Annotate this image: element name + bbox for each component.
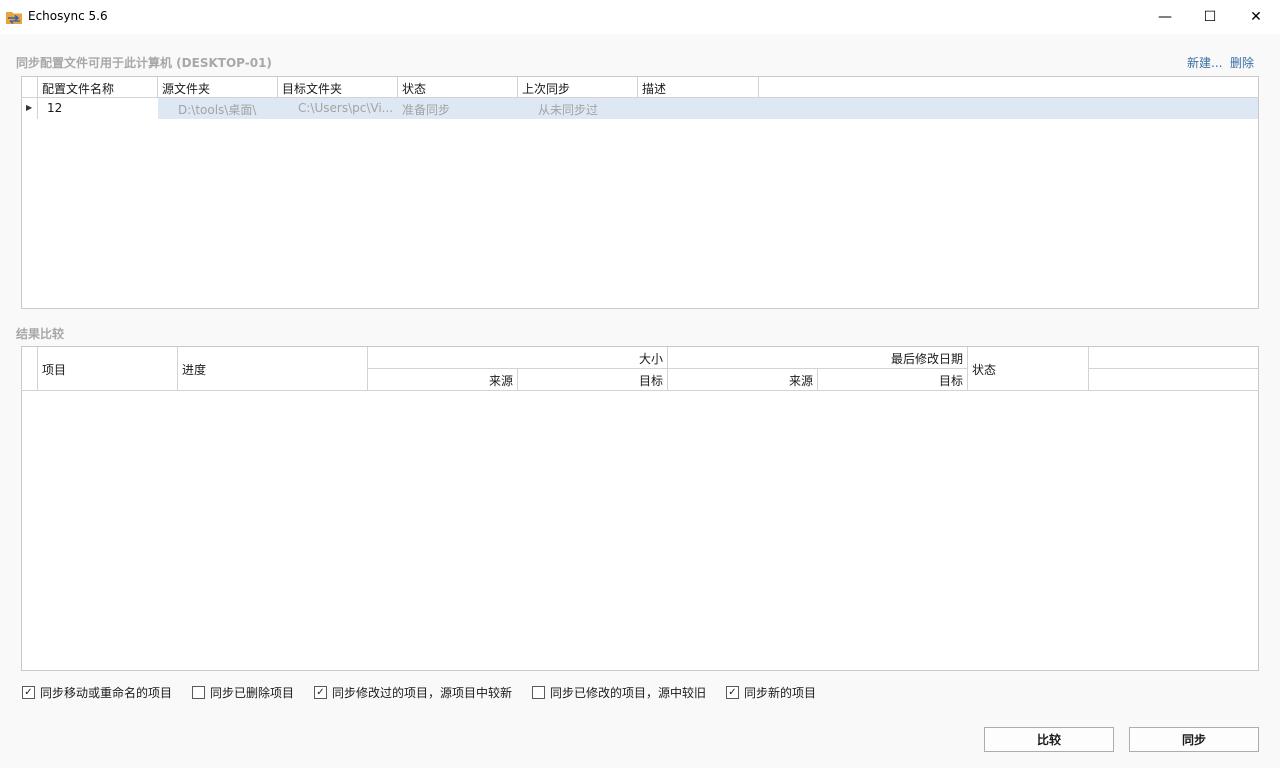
option-sync-new[interactable]: ✓ 同步新的项目 [726, 684, 816, 701]
compare-button[interactable]: 比较 [984, 727, 1114, 752]
checkbox-checked-icon[interactable]: ✓ [726, 686, 739, 699]
header-filler-top [1089, 347, 1258, 369]
app-folder-sync-icon [6, 12, 22, 24]
cell-last-sync[interactable]: 从未同步过 [518, 98, 638, 119]
checkbox-checked-icon[interactable]: ✓ [314, 686, 327, 699]
header-filler-bottom [1089, 369, 1258, 391]
col-header-status[interactable]: 状态 [968, 347, 1089, 391]
col-header-progress[interactable]: 进度 [178, 347, 368, 391]
option-label: 同步修改过的项目，源项目中较新 [332, 686, 513, 700]
close-button[interactable]: ✕ [1233, 0, 1279, 34]
col-header-item[interactable]: 项目 [38, 347, 178, 391]
option-label: 同步已修改的项目，源中较旧 [550, 686, 707, 700]
col-group-size: 大小 [368, 347, 668, 369]
results-grid[interactable]: 项目 进度 大小 来源 目标 最后修改日期 来源 目标 状态 [21, 346, 1259, 671]
col-header-status[interactable]: 状态 [398, 77, 518, 98]
table-row[interactable]: ▶ 12 D:\tools\桌面\ C:\Users\pc\Vi... 准备同步… [22, 98, 1258, 119]
new-profile-link[interactable]: 新建... [1187, 54, 1222, 71]
option-label: 同步新的项目 [744, 686, 817, 700]
col-header-source-folder[interactable]: 源文件夹 [158, 77, 278, 98]
col-header-size-source[interactable]: 来源 [368, 369, 518, 391]
checkbox-unchecked-icon[interactable] [192, 686, 205, 699]
delete-profile-link[interactable]: 删除 [1230, 54, 1254, 71]
profiles-grid[interactable]: 配置文件名称 源文件夹 目标文件夹 状态 上次同步 描述 ▶ 12 D:\too… [21, 76, 1259, 309]
checkbox-unchecked-icon[interactable] [532, 686, 545, 699]
cell-description[interactable] [638, 98, 759, 119]
option-sync-deleted[interactable]: 同步已删除项目 [192, 684, 294, 701]
option-label: 同步已删除项目 [210, 686, 295, 700]
option-sync-moved-renamed[interactable]: ✓ 同步移动或重命名的项目 [22, 684, 172, 701]
cell-status[interactable]: 准备同步 [398, 98, 518, 119]
cell-source-folder[interactable]: D:\tools\桌面\ [158, 98, 278, 119]
row-header-corner [22, 347, 38, 391]
results-section-label: 结果比较 [16, 327, 65, 341]
col-header-profile-name[interactable]: 配置文件名称 [38, 77, 158, 98]
option-sync-modified-older[interactable]: 同步已修改的项目，源中较旧 [532, 684, 706, 701]
col-header-description[interactable]: 描述 [638, 77, 759, 98]
window-title: Echosync 5.6 [28, 9, 108, 23]
cell-profile-name[interactable]: 12 [38, 98, 158, 119]
cell-target-folder[interactable]: C:\Users\pc\Vi... [278, 98, 398, 119]
col-header-modified-source[interactable]: 来源 [668, 369, 818, 391]
checkbox-checked-icon[interactable]: ✓ [22, 686, 35, 699]
col-header-size-target[interactable]: 目标 [518, 369, 668, 391]
row-header-corner [22, 77, 38, 98]
col-header-target-folder[interactable]: 目标文件夹 [278, 77, 398, 98]
option-sync-modified-newer[interactable]: ✓ 同步修改过的项目，源项目中较新 [314, 684, 512, 701]
profiles-section-label: 同步配置文件可用于此计算机 (DESKTOP-01) [16, 56, 272, 70]
col-header-modified-target[interactable]: 目标 [818, 369, 968, 391]
sync-button[interactable]: 同步 [1129, 727, 1259, 752]
maximize-button[interactable]: ☐ [1187, 0, 1233, 34]
col-header-last-sync[interactable]: 上次同步 [518, 77, 638, 98]
row-selector-arrow-icon: ▶ [22, 98, 38, 119]
title-bar: Echosync 5.6 — ☐ ✕ [0, 0, 1280, 34]
col-group-modified-date: 最后修改日期 [668, 347, 968, 369]
option-label: 同步移动或重命名的项目 [40, 686, 173, 700]
minimize-button[interactable]: — [1142, 0, 1188, 34]
header-filler [759, 77, 1258, 98]
